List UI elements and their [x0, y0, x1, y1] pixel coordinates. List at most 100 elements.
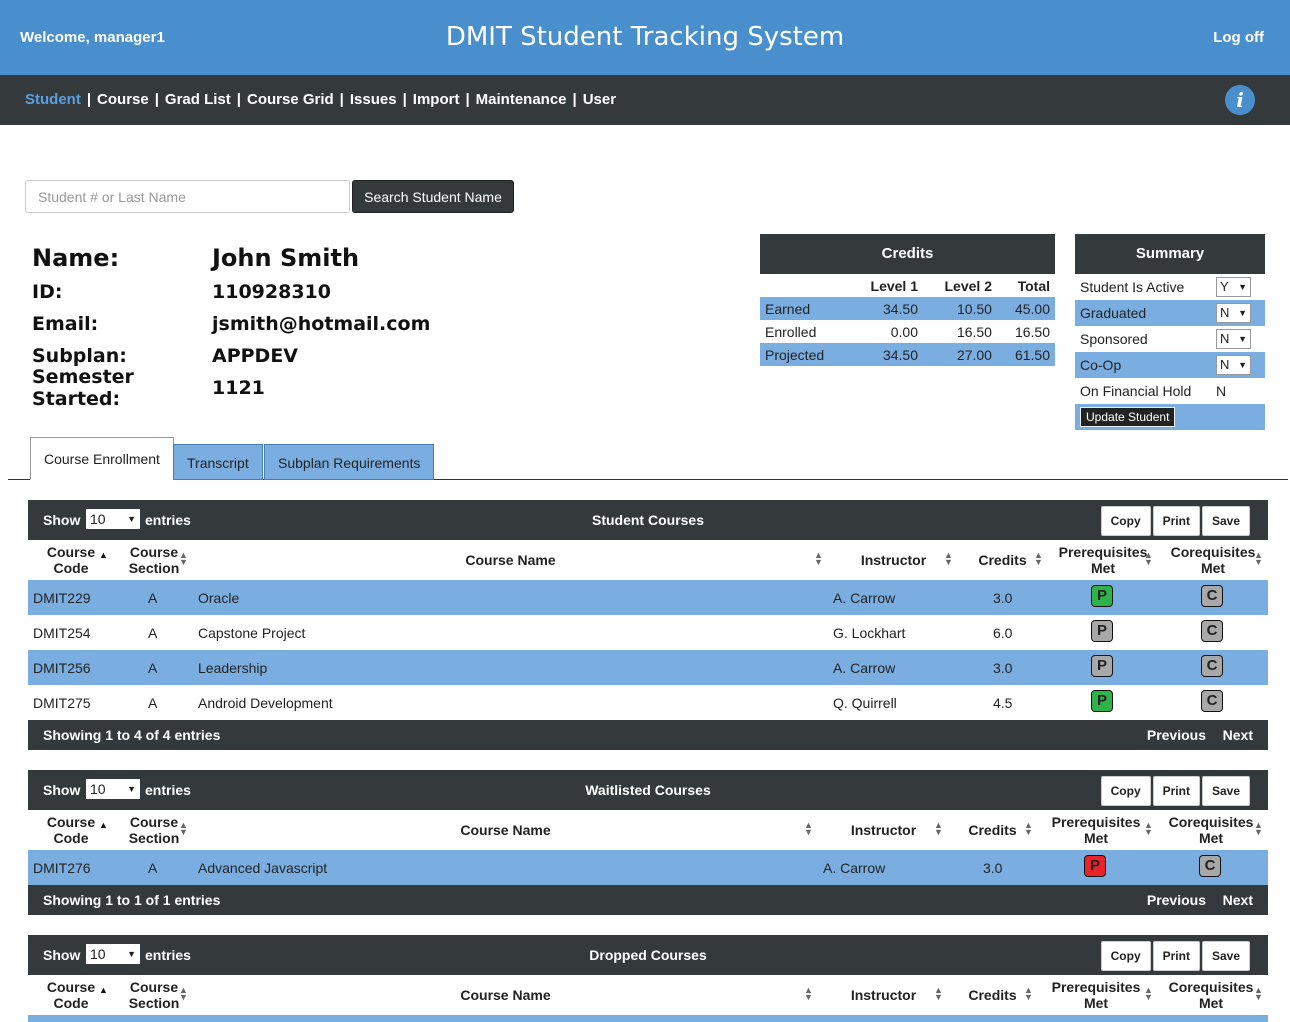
id-row: ID: 110928310: [32, 276, 430, 308]
col-credits[interactable]: Credits: [975, 552, 1030, 568]
credits-cell: Earned: [760, 297, 850, 320]
credits-cell: Projected: [760, 343, 850, 366]
col-corequisites-met[interactable]: Corequisites Met: [1167, 814, 1255, 846]
nav-item-student[interactable]: Student: [25, 91, 81, 108]
table-row[interactable]: DMIT276 A Advanced Javascript A. Carrow …: [28, 850, 1268, 885]
coop-select[interactable]: N ▼: [1216, 355, 1251, 375]
sponsored-label: Sponsored: [1080, 331, 1148, 347]
panel-toolbar: Show 10 ▼ entries Waitlisted Courses Copy…: [28, 770, 1268, 810]
print-button[interactable]: Print: [1152, 941, 1200, 971]
credits-col-level2: Level 2: [944, 277, 992, 294]
credits-row-enrolled: Enrolled 0.00 16.50 16.50: [760, 320, 1055, 343]
active-select[interactable]: Y ▼: [1216, 277, 1251, 297]
student-info: Name: John Smith ID: 110928310 Email: js…: [32, 240, 430, 410]
col-course-section[interactable]: Course Section: [125, 814, 183, 846]
col-label: Course: [46, 814, 96, 830]
nav-item-grad-list[interactable]: Grad List: [165, 91, 231, 108]
sort-icon: ▲ ▼: [934, 985, 943, 1002]
student-search-input[interactable]: [25, 180, 350, 213]
credits-box: Credits Level 1 Level 2 Total Earned 34.…: [760, 234, 1055, 366]
credits-cell: Enrolled: [765, 323, 817, 340]
table-row[interactable]: DMIT275 A Android Development Q. Quirrel…: [28, 685, 1268, 720]
sort-icon: ▲ ▼: [804, 820, 813, 837]
credits: 4.5: [993, 695, 1013, 711]
col-course-name[interactable]: Course Name: [428, 552, 593, 568]
col-instructor[interactable]: Instructor: [846, 987, 921, 1003]
app-title: DMIT Student Tracking System: [445, 22, 845, 52]
col-prerequisites-met[interactable]: Prerequisites Met: [1051, 979, 1141, 1011]
prerequisite-met-icon: P: [1091, 690, 1113, 712]
dropdown-arrow-icon: ▼: [1238, 360, 1247, 370]
col-course-section[interactable]: Course Section: [125, 979, 183, 1011]
nav-item-issues[interactable]: Issues: [350, 91, 397, 108]
col-course-section[interactable]: Course Section: [125, 544, 183, 576]
col-course-name[interactable]: Course Name: [423, 987, 588, 1003]
corequisite-icon: C: [1199, 855, 1221, 877]
search-student-button[interactable]: Search Student Name: [352, 180, 514, 213]
previous-button[interactable]: Previous: [1147, 892, 1206, 908]
save-button[interactable]: Save: [1201, 506, 1250, 536]
col-instructor[interactable]: Instructor: [846, 822, 921, 838]
copy-button[interactable]: Copy: [1100, 776, 1151, 806]
col-corequisites-met[interactable]: Corequisites Met: [1167, 979, 1255, 1011]
col-label: Met: [1200, 560, 1226, 576]
email-row: Email: jsmith@hotmail.com: [32, 308, 430, 340]
col-course-code[interactable]: Course Code: [42, 814, 100, 846]
credits-header-row: Level 1 Level 2 Total: [760, 274, 1055, 297]
sponsored-row: Sponsored N ▼: [1075, 326, 1265, 352]
col-label: Course: [46, 544, 96, 560]
update-student-button[interactable]: Update Student: [1080, 407, 1176, 427]
next-button[interactable]: Next: [1223, 727, 1253, 743]
save-button[interactable]: Save: [1201, 776, 1250, 806]
nav-item-import[interactable]: Import: [413, 91, 460, 108]
print-button[interactable]: Print: [1152, 506, 1200, 536]
credits-cell: 16.50: [956, 323, 992, 340]
sort-icon: ▲ ▼: [179, 820, 188, 837]
col-credits[interactable]: Credits: [965, 822, 1020, 838]
sort-icon: ▲ ▼: [944, 550, 953, 567]
semester-row: Semester Started: 1121: [32, 366, 430, 410]
logoff-link[interactable]: Log off: [1213, 29, 1264, 46]
info-icon[interactable]: i: [1225, 85, 1255, 115]
graduated-select[interactable]: N ▼: [1216, 303, 1251, 323]
nav-item-user[interactable]: User: [583, 91, 616, 108]
col-label: Corequisites: [1168, 814, 1254, 830]
credits-cell: 10.50: [923, 297, 997, 320]
col-credits[interactable]: Credits: [965, 987, 1020, 1003]
previous-button[interactable]: Previous: [1147, 727, 1206, 743]
copy-button[interactable]: Copy: [1100, 506, 1151, 536]
col-prerequisites-met[interactable]: Prerequisites Met: [1051, 814, 1141, 846]
tab-transcript[interactable]: Transcript: [173, 444, 263, 480]
main-nav: Student | Course | Grad List | Course Gr…: [0, 75, 1290, 125]
save-button[interactable]: Save: [1201, 941, 1250, 971]
print-button[interactable]: Print: [1152, 776, 1200, 806]
table-row[interactable]: [28, 1015, 1268, 1022]
col-label: Corequisites: [1168, 979, 1254, 995]
col-course-name[interactable]: Course Name: [423, 822, 588, 838]
credits-cell: 27.00: [923, 343, 997, 366]
col-label: Met: [1083, 995, 1109, 1011]
nav-item-course-grid[interactable]: Course Grid: [247, 91, 334, 108]
sort-icon: ▲ ▼: [1034, 550, 1043, 567]
sponsored-select[interactable]: N ▼: [1216, 329, 1251, 349]
tab-course-enrollment[interactable]: Course Enrollment: [30, 437, 174, 480]
col-label: Met: [1198, 830, 1224, 846]
top-header: Welcome, manager1 DMIT Student Tracking …: [0, 0, 1290, 75]
table-row[interactable]: DMIT229 A Oracle A. Carrow 3.0 P C: [28, 580, 1268, 615]
table-row[interactable]: DMIT254 A Capstone Project G. Lockhart 6…: [28, 615, 1268, 650]
nav-item-course[interactable]: Course: [97, 91, 149, 108]
col-corequisites-met[interactable]: Corequisites Met: [1169, 544, 1257, 576]
col-prerequisites-met[interactable]: Prerequisites Met: [1058, 544, 1148, 576]
nav-item-maintenance[interactable]: Maintenance: [476, 91, 567, 108]
col-course-code[interactable]: Course Code: [42, 544, 100, 576]
tab-subplan-requirements[interactable]: Subplan Requirements: [264, 444, 435, 480]
col-course-code[interactable]: Course Code: [42, 979, 100, 1011]
panel-toolbar: Show 10 ▼ entries Dropped Courses Copy Pr…: [28, 935, 1268, 975]
next-button[interactable]: Next: [1223, 892, 1253, 908]
col-label: Section: [128, 995, 180, 1011]
copy-button[interactable]: Copy: [1100, 941, 1151, 971]
col-instructor[interactable]: Instructor: [856, 552, 931, 568]
table-row[interactable]: DMIT256 A Leadership A. Carrow 3.0 P C: [28, 650, 1268, 685]
coop-label: Co-Op: [1080, 357, 1122, 373]
nav-menu: Student | Course | Grad List | Course Gr…: [25, 91, 616, 108]
